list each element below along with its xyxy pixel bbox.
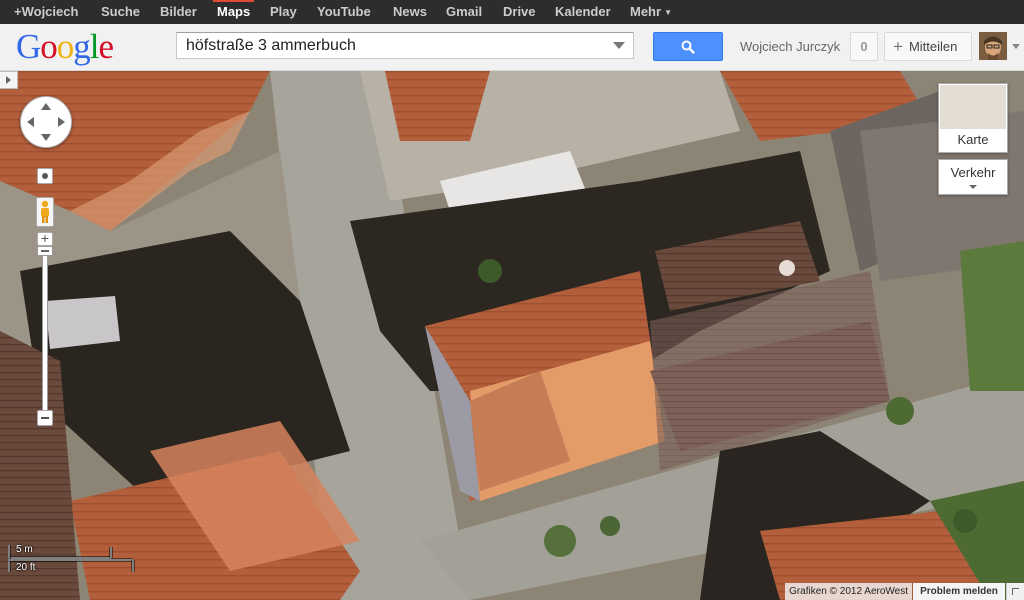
account-chevron-icon[interactable]	[1012, 44, 1020, 49]
search-input[interactable]	[177, 33, 615, 58]
zoom-in-button[interactable]: +	[37, 231, 53, 246]
nav-suche[interactable]: Suche	[101, 0, 140, 24]
center-map-button[interactable]	[37, 168, 53, 184]
pegman-figure	[41, 200, 49, 223]
zoom-slider-track[interactable]	[42, 246, 48, 412]
traffic-layer-button[interactable]: Verkehr	[938, 159, 1008, 195]
search-box	[176, 32, 634, 59]
notification-count[interactable]: 0	[850, 32, 878, 61]
nav-drive[interactable]: Drive	[503, 0, 536, 24]
share-button[interactable]: + Mitteilen	[884, 32, 972, 61]
map-attribution: Grafiken © 2012 AeroWest	[785, 583, 912, 600]
satellite-imagery	[0, 71, 1024, 600]
nav-mehr-label: Mehr	[630, 4, 662, 19]
zoom-slider-handle[interactable]	[37, 246, 53, 256]
scale-imperial-label: 20 ft	[16, 562, 36, 573]
user-name[interactable]: Wojciech Jurczyk	[740, 32, 840, 61]
expand-corner-icon[interactable]	[1006, 583, 1024, 600]
pan-control[interactable]	[20, 96, 72, 148]
google-bar: +Wojciech Suche Bilder Maps Play YouTube…	[0, 0, 1024, 24]
plus-icon: +	[893, 37, 903, 56]
nav-mehr[interactable]: Mehr ▼	[630, 0, 672, 24]
report-problem-link[interactable]: Problem melden	[913, 583, 1005, 600]
scale-metric-label: 5 m	[16, 544, 33, 555]
search-dropdown-icon[interactable]	[613, 42, 625, 49]
search-button[interactable]	[653, 32, 723, 61]
chevron-down-icon: ▼	[664, 7, 672, 17]
nav-gmail[interactable]: Gmail	[446, 0, 482, 24]
pan-right-icon[interactable]	[58, 117, 65, 127]
google-logo[interactable]: Google	[16, 28, 114, 66]
maptype-map-label: Karte	[957, 132, 989, 147]
map-canvas[interactable]	[0, 71, 1024, 600]
avatar-image	[979, 32, 1007, 60]
traffic-layer-label: Verkehr	[950, 165, 996, 180]
pan-up-icon[interactable]	[41, 103, 51, 110]
nav-kalender[interactable]: Kalender	[555, 0, 611, 24]
pegman-icon[interactable]	[36, 197, 54, 227]
nav-maps[interactable]: Maps	[212, 0, 255, 24]
maptype-map-button[interactable]: Karte	[938, 83, 1008, 153]
nav-bilder[interactable]: Bilder	[160, 0, 197, 24]
share-label: Mitteilen	[908, 39, 958, 54]
pan-left-icon[interactable]	[27, 117, 34, 127]
chevron-down-icon	[969, 185, 977, 189]
zoom-out-button[interactable]	[37, 410, 53, 426]
map-thumbnail	[940, 85, 1006, 129]
scale-bar: 5 m 20 ft	[8, 544, 138, 576]
nav-plus-wojciech[interactable]: +Wojciech	[14, 0, 78, 24]
search-icon	[681, 40, 695, 54]
nav-news[interactable]: News	[393, 0, 427, 24]
nav-youtube[interactable]: YouTube	[317, 0, 371, 24]
nav-play[interactable]: Play	[270, 0, 297, 24]
panel-toggle-button[interactable]	[0, 71, 18, 89]
pan-down-icon[interactable]	[41, 134, 51, 141]
avatar[interactable]	[979, 32, 1007, 60]
